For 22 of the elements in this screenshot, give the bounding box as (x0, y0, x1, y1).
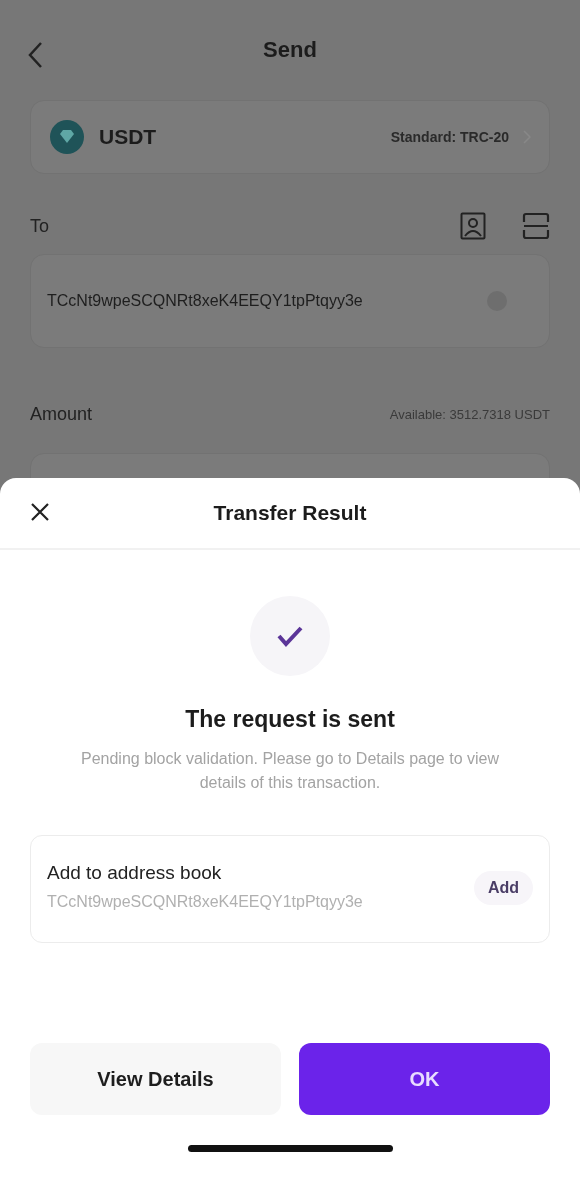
token-selector[interactable]: USDT Standard: TRC-20 (30, 100, 550, 174)
address-book-label: Add to address book (47, 862, 223, 884)
contact-icon[interactable] (460, 212, 486, 240)
token-standard: Standard: TRC-20 (390, 129, 509, 145)
available-balance: Available: 3512.7318 USDT (389, 407, 550, 422)
ok-button[interactable]: OK (299, 1043, 550, 1115)
address-book-address: TCcNt9wpeSCQNRt8xeK4EEQY1tpPtqyy3e (47, 892, 364, 912)
result-message: Pending block validation. Please go to Details page to view details of this transaction. (79, 749, 500, 793)
amount-label: Amount (30, 404, 94, 425)
sheet-title: Transfer Result (213, 501, 367, 525)
address-value: TCcNt9wpeSCQNRt8xeK4EEQY1tpPtqyy3e (47, 291, 364, 311)
scan-icon[interactable] (522, 212, 550, 240)
address-field[interactable]: TCcNt9wpeSCQNRt8xeK4EEQY1tpPtqyy3e (30, 254, 550, 348)
diamond-coin-icon (49, 119, 85, 155)
token-symbol: USDT (99, 125, 158, 149)
add-button[interactable]: Add (473, 871, 533, 905)
result-heading: The request is sent (184, 706, 396, 733)
back-icon[interactable] (26, 40, 44, 70)
close-button[interactable] (30, 502, 50, 522)
view-details-button[interactable]: View Details (30, 1043, 281, 1115)
screen-title: Send (263, 37, 317, 63)
to-label: To (30, 215, 50, 237)
